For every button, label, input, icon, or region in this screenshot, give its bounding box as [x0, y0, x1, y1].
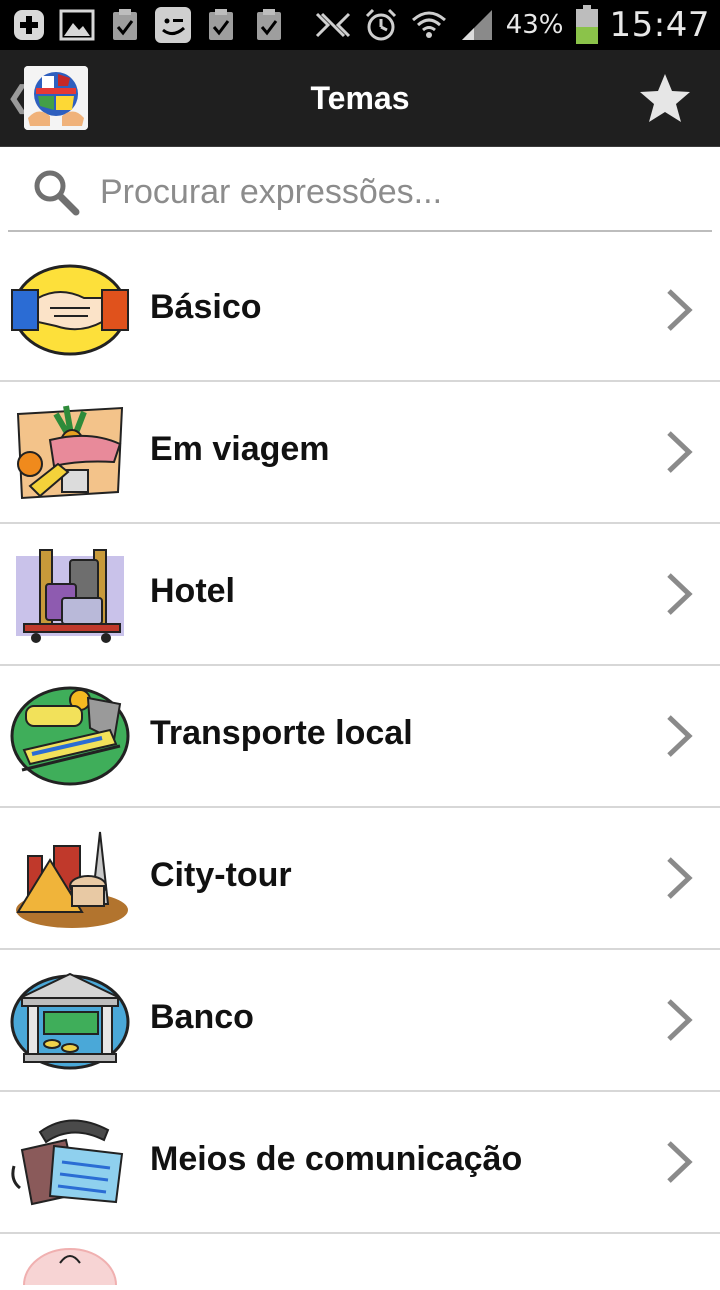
list-item[interactable]: Hotel	[0, 524, 720, 666]
handshake-icon	[10, 258, 130, 362]
wifi-icon	[410, 7, 448, 43]
nfc-icon	[314, 7, 352, 43]
list-item[interactable]: Básico	[0, 240, 720, 382]
clipboard-icon	[250, 7, 288, 43]
train-icon	[10, 684, 130, 788]
page-title: Temas	[310, 80, 410, 116]
chevron-right-icon	[664, 572, 694, 616]
list-item[interactable]: Banco	[0, 950, 720, 1092]
list-item-label: Hotel	[150, 572, 235, 610]
list-item[interactable]: Em viagem	[0, 382, 720, 524]
list-item[interactable]: City-tour	[0, 808, 720, 950]
list-item-label: Em viagem	[150, 430, 330, 468]
bank-icon	[10, 968, 130, 1072]
messenger-icon	[154, 7, 192, 43]
chevron-right-icon	[664, 288, 694, 332]
telephone-icon	[10, 1110, 130, 1214]
list-item[interactable]: Meios de comunicação	[0, 1092, 720, 1234]
clipboard-icon	[202, 7, 240, 43]
chevron-right-icon	[664, 1140, 694, 1184]
action-bar: ❮ Temas	[0, 50, 720, 147]
list-item[interactable]: Transporte local	[0, 666, 720, 808]
battery-percent: 43%	[505, 10, 564, 40]
list-item-label: Básico	[150, 288, 262, 326]
list-item-label: Transporte local	[150, 714, 413, 752]
add-icon	[10, 7, 48, 43]
chevron-right-icon	[664, 714, 694, 758]
search-input[interactable]	[98, 166, 692, 218]
list-item-label: Meios de comunicação	[150, 1140, 523, 1178]
partial-list-item-icon	[10, 1245, 130, 1290]
image-icon	[58, 7, 96, 43]
status-bar: 43% 15:47	[0, 0, 720, 50]
search-icon	[32, 168, 80, 216]
battery-icon	[574, 5, 600, 44]
travel-icon	[10, 400, 130, 504]
search-bar	[8, 150, 712, 232]
list-item-label: City-tour	[150, 856, 292, 894]
star-icon	[640, 74, 690, 122]
chevron-right-icon	[664, 856, 694, 900]
landmarks-icon	[10, 826, 130, 930]
clock: 15:47	[609, 5, 710, 45]
signal-icon	[458, 7, 496, 43]
clipboard-icon	[106, 7, 144, 43]
alarm-icon	[362, 7, 400, 43]
luggage-cart-icon	[10, 542, 130, 646]
topics-list: Básico Em viagem Hotel Transporte local …	[0, 240, 720, 1234]
list-item-label: Banco	[150, 998, 254, 1036]
favorites-button[interactable]	[638, 72, 692, 126]
chevron-right-icon	[664, 430, 694, 474]
chevron-right-icon	[664, 998, 694, 1042]
